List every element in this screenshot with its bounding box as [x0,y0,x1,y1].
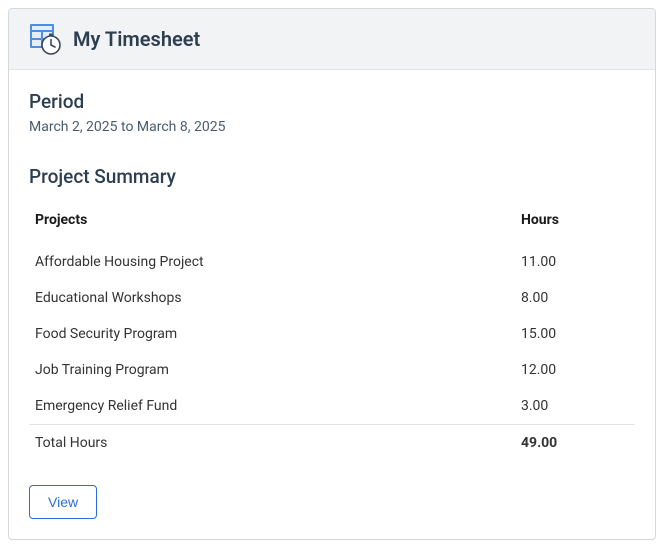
hours-cell: 3.00 [515,388,635,425]
card-body: Period March 2, 2025 to March 8, 2025 Pr… [9,70,655,539]
table-row: Educational Workshops 8.00 [29,280,635,316]
table-header-row: Projects Hours [29,202,635,244]
project-name-cell: Affordable Housing Project [29,244,515,280]
project-summary-title: Project Summary [29,165,635,188]
table-row: Emergency Relief Fund 3.00 [29,388,635,425]
total-hours-cell: 49.00 [515,425,635,462]
hours-cell: 11.00 [515,244,635,280]
view-button[interactable]: View [29,485,97,519]
project-summary-table: Projects Hours Affordable Housing Projec… [29,202,635,461]
table-total-row: Total Hours 49.00 [29,425,635,462]
hours-cell: 8.00 [515,280,635,316]
hours-cell: 15.00 [515,316,635,352]
column-header-hours: Hours [515,202,635,244]
project-name-cell: Educational Workshops [29,280,515,316]
project-name-cell: Emergency Relief Fund [29,388,515,425]
timesheet-card: My Timesheet Period March 2, 2025 to Mar… [8,8,656,540]
table-row: Affordable Housing Project 11.00 [29,244,635,280]
actions-row: View [29,485,635,519]
hours-cell: 12.00 [515,352,635,388]
period-label: Period [29,90,635,113]
timesheet-clock-icon [29,23,61,55]
card-header: My Timesheet [9,9,655,70]
project-name-cell: Job Training Program [29,352,515,388]
project-name-cell: Food Security Program [29,316,515,352]
table-row: Job Training Program 12.00 [29,352,635,388]
column-header-projects: Projects [29,202,515,244]
total-label-cell: Total Hours [29,425,515,462]
period-value: March 2, 2025 to March 8, 2025 [29,119,635,135]
card-title: My Timesheet [73,27,200,51]
table-row: Food Security Program 15.00 [29,316,635,352]
